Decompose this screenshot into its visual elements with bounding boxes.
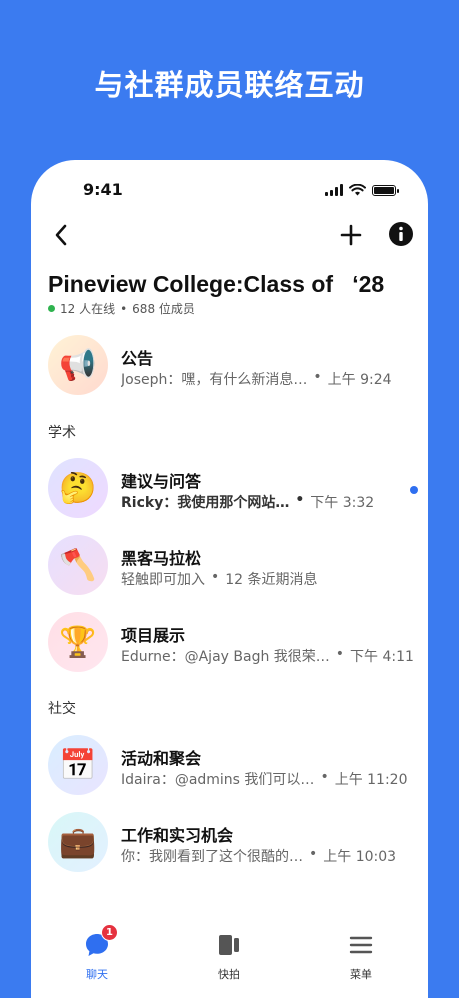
stats-separator: • xyxy=(120,301,128,316)
message-preview: Joseph：嘿，有什么新消息… xyxy=(121,372,308,388)
message-time: 上午 11:20 xyxy=(334,772,408,788)
megaphone-icon: 📢 xyxy=(48,335,108,395)
axe-icon: 🪓 xyxy=(48,535,108,595)
section-label-social: 社交 xyxy=(48,701,76,717)
preview-separator: • xyxy=(335,646,345,662)
status-bar: 9:41 xyxy=(31,180,428,204)
preview-separator: • xyxy=(313,369,322,385)
preview-separator: • xyxy=(309,846,318,862)
channel-preview: Idaira：@admins 我们可以… • 上午 11:20 xyxy=(121,769,408,789)
recent-message-count: 12 条近期消息 xyxy=(225,572,318,588)
channel-preview: 轻触即可加入 • 12 条近期消息 xyxy=(121,569,318,589)
navigation-bar xyxy=(31,220,428,250)
channel-advice-qa[interactable]: 🤔 建议与问答 Ricky：我使用那个网站… • 下午 3:32 xyxy=(48,458,418,520)
channel-preview: Edurne：@Ajay Bagh 我很荣… • 下午 4:11 xyxy=(121,646,414,666)
message-time: 下午 3:32 xyxy=(310,495,375,511)
channel-preview: Joseph：嘿，有什么新消息… • 上午 9:24 xyxy=(121,369,392,389)
tab-label: 聊天 xyxy=(86,968,108,981)
thinking-face-icon: 🤔 xyxy=(48,458,108,518)
section-label-academic: 学术 xyxy=(48,425,76,441)
message-preview: Edurne：@Ajay Bagh 我很荣… xyxy=(121,649,330,665)
message-preview: Ricky：我使用那个网站… xyxy=(121,495,290,511)
phone-screen: 9:41 Pineview College:Class of ‘28 12 人在… xyxy=(31,160,428,998)
tab-label: 快拍 xyxy=(218,968,240,981)
channel-name: 黑客马拉松 xyxy=(121,549,202,568)
channel-name: 建议与问答 xyxy=(121,472,202,491)
channel-name: 活动和聚会 xyxy=(121,749,202,768)
tab-menu[interactable]: 菜单 xyxy=(321,932,401,982)
status-time: 9:41 xyxy=(83,180,123,199)
online-indicator-icon xyxy=(48,305,55,312)
tab-stories[interactable]: 快拍 xyxy=(189,932,269,982)
preview-separator: • xyxy=(211,569,220,585)
group-stats: 12 人在线 • 688 位成员 xyxy=(48,300,195,317)
message-time: 上午 10:03 xyxy=(323,849,397,865)
back-chevron-icon[interactable] xyxy=(47,220,77,250)
cellular-signal-icon xyxy=(325,184,343,196)
status-icons xyxy=(325,184,399,196)
wifi-icon xyxy=(349,184,366,196)
channel-preview: Ricky：我使用那个网站… • 下午 3:32 xyxy=(121,492,374,512)
unread-indicator xyxy=(410,486,418,494)
group-title: Pineview College:Class of ‘28 xyxy=(48,271,385,297)
tab-chat[interactable]: 1 聊天 xyxy=(57,924,137,982)
headline: 与社群成员联络互动 xyxy=(94,68,365,102)
menu-icon xyxy=(349,936,373,954)
preview-separator: • xyxy=(295,492,305,508)
trophy-icon: 🏆 xyxy=(48,612,108,672)
channel-announcement[interactable]: 📢 公告 Joseph：嘿，有什么新消息… • 上午 9:24 xyxy=(48,335,418,397)
message-preview: 你：我刚看到了这个很酷的… xyxy=(121,849,303,865)
channel-name: 工作和实习机会 xyxy=(121,826,234,845)
channel-events-meetups[interactable]: 📅 活动和聚会 Idaira：@admins 我们可以… • 上午 11:20 xyxy=(48,735,418,797)
channel-preview: 你：我刚看到了这个很酷的… • 上午 10:03 xyxy=(121,846,396,866)
tab-bar: 1 聊天 快拍 菜单 xyxy=(31,924,428,992)
info-icon[interactable] xyxy=(388,221,414,247)
calendar-icon: 📅 xyxy=(48,735,108,795)
channel-name: 公告 xyxy=(121,349,154,368)
add-icon[interactable] xyxy=(336,220,366,250)
channel-jobs-internships[interactable]: 💼 工作和实习机会 你：我刚看到了这个很酷的… • 上午 10:03 xyxy=(48,812,418,874)
channel-name: 项目展示 xyxy=(121,626,186,645)
chat-unread-badge: 1 xyxy=(101,924,118,941)
channel-hackathon[interactable]: 🪓 黑客马拉松 轻触即可加入 • 12 条近期消息 xyxy=(48,535,418,597)
tab-label: 菜单 xyxy=(350,968,372,981)
message-time: 上午 9:24 xyxy=(327,372,392,388)
preview-separator: • xyxy=(320,769,329,785)
channel-project-showcase[interactable]: 🏆 项目展示 Edurne：@Ajay Bagh 我很荣… • 下午 4:11 xyxy=(48,612,418,674)
member-count: 688 位成员 xyxy=(132,302,195,316)
briefcase-icon: 💼 xyxy=(48,812,108,872)
message-preview: 轻触即可加入 xyxy=(121,572,205,588)
stories-icon xyxy=(219,935,239,955)
online-count: 12 人在线 xyxy=(60,302,116,316)
message-time: 下午 4:11 xyxy=(350,649,414,665)
battery-icon xyxy=(372,184,399,196)
message-preview: Idaira：@admins 我们可以… xyxy=(121,772,315,788)
